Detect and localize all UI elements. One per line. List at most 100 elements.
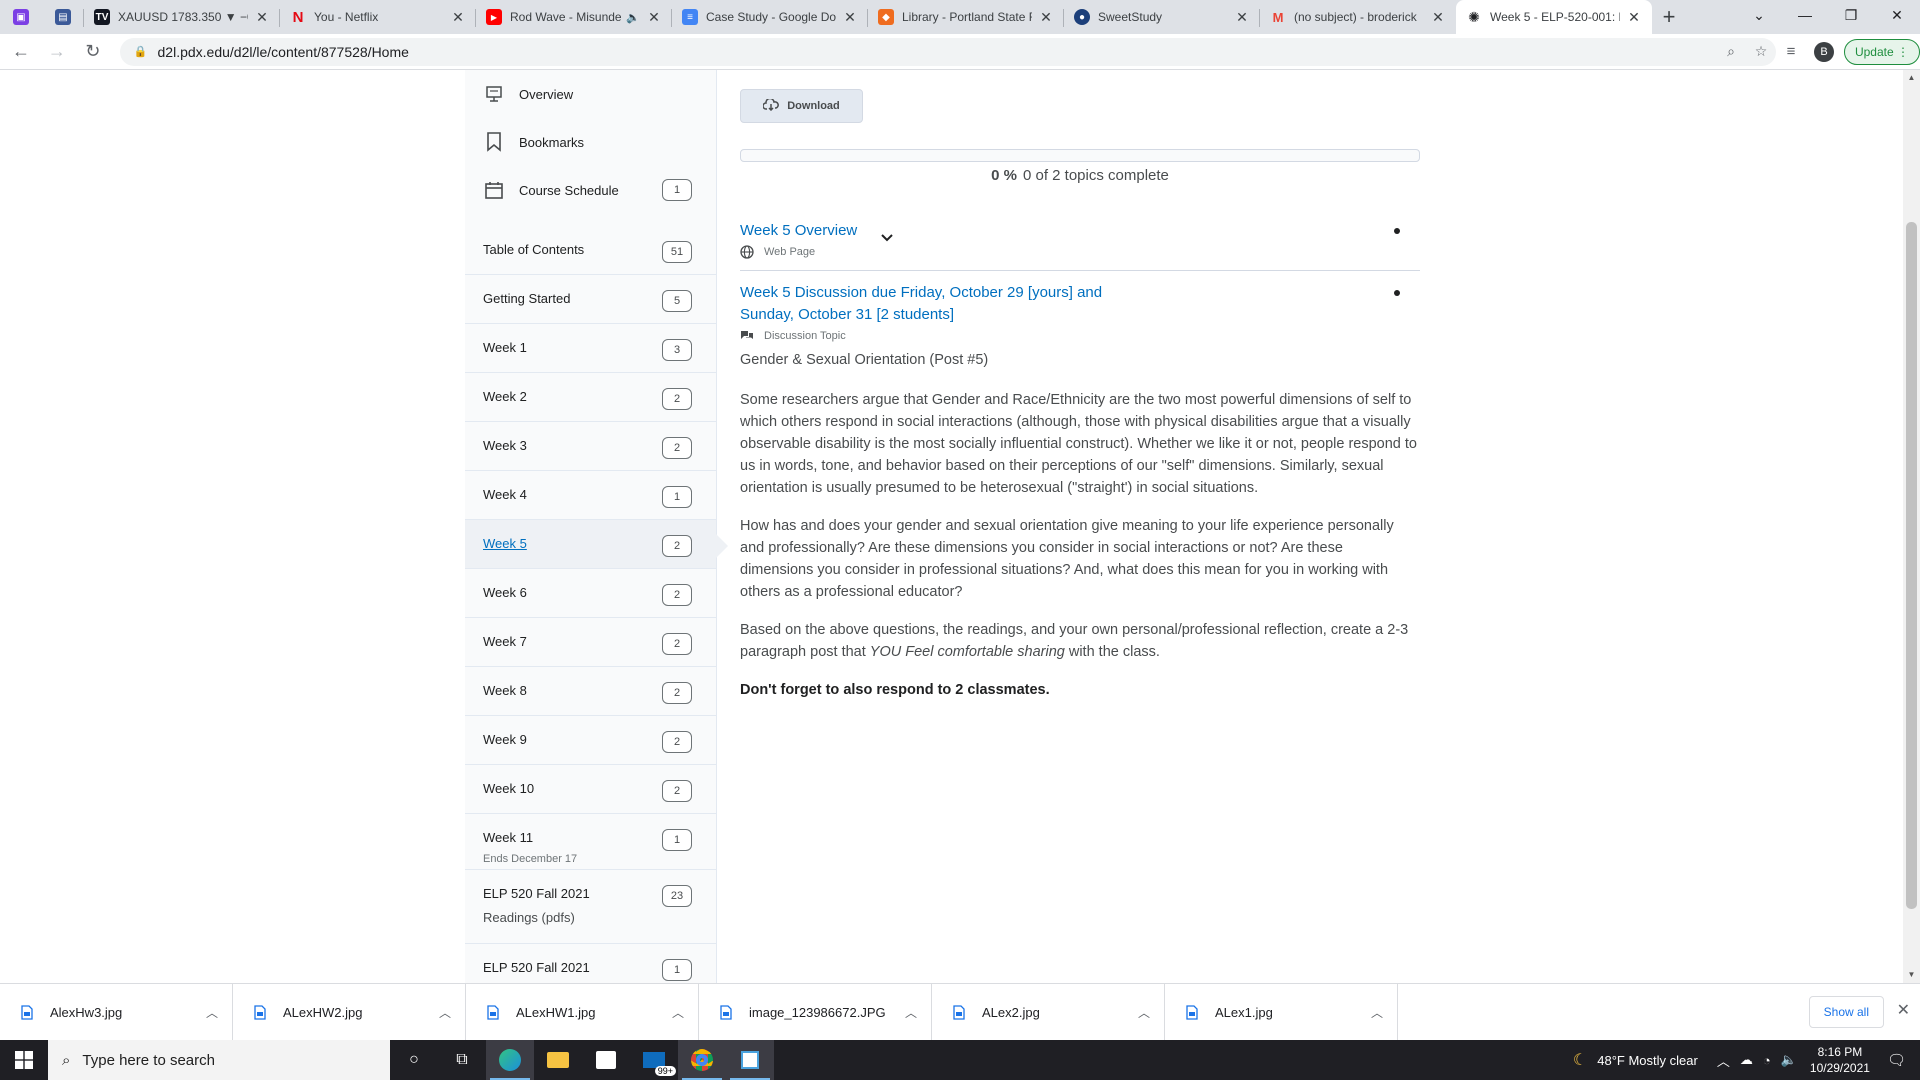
toc-week-5[interactable]: Week 5 2	[465, 520, 728, 569]
toc-week-11[interactable]: Week 11 Ends December 17 1	[465, 814, 716, 870]
tab-pinned-2[interactable]: ▤	[42, 0, 84, 34]
tab-youtube[interactable]: ▶ Rod Wave - Misunde 🔈 ✕	[476, 0, 672, 34]
discussion-heading: Gender & Sexual Orientation (Post #5)	[740, 352, 989, 368]
profile-avatar[interactable]: B	[1814, 41, 1834, 62]
address-bar[interactable]: 🔒 d2l.pdx.edu/d2l/le/content/877528/Home…	[119, 37, 1777, 66]
forward-icon[interactable]: →	[42, 37, 72, 67]
close-tab-icon[interactable]: ✕	[1234, 9, 1250, 26]
close-tab-icon[interactable]: ✕	[646, 9, 662, 26]
browser-toolbar: ← → ↻ 🔒 d2l.pdx.edu/d2l/le/content/87752…	[0, 34, 1920, 70]
edge-icon[interactable]	[486, 1040, 534, 1080]
nav-bookmarks[interactable]: Bookmarks	[465, 118, 716, 166]
scrollbar-thumb[interactable]	[1906, 222, 1917, 909]
file-explorer-icon[interactable]	[534, 1040, 582, 1080]
tradingview-icon: TV	[94, 9, 110, 25]
tab-pinned-1[interactable]: ▣	[0, 0, 42, 34]
scroll-up-icon[interactable]: ▲	[1903, 70, 1920, 86]
mail-icon[interactable]: 99+	[630, 1040, 678, 1080]
toc-week-8[interactable]: Week 8 2	[465, 667, 716, 716]
store-icon[interactable]	[582, 1040, 630, 1080]
task-view-icon[interactable]: ⧉	[438, 1040, 486, 1080]
page-scrollbar[interactable]: ▲ ▼	[1903, 70, 1920, 983]
tab-xauusd[interactable]: TV XAUUSD 1783.350 ▼ −0. ✕	[84, 0, 280, 34]
tab-search-icon[interactable]: ⌄	[1736, 0, 1782, 30]
show-all-downloads-button[interactable]: Show all	[1808, 996, 1884, 1028]
cortana-icon[interactable]: ○	[390, 1040, 438, 1080]
discussion-description: Gender & Sexual Orientation (Post #5) So…	[740, 349, 1420, 717]
toc-elp520-extra[interactable]: ELP 520 Fall 2021 1	[465, 944, 716, 983]
chrome-icon[interactable]	[678, 1040, 726, 1080]
close-window-icon[interactable]: ✕	[1874, 0, 1920, 30]
volume-icon[interactable]: 🔈	[1781, 1052, 1797, 1068]
download-item[interactable]: AlexHw3.jpg ︿	[0, 983, 233, 1041]
weather-text[interactable]: 48°F Mostly clear	[1597, 1053, 1698, 1068]
toc-week-2[interactable]: Week 2 2	[465, 373, 716, 422]
nav-overview[interactable]: Overview	[465, 70, 716, 118]
restore-icon[interactable]: ❐	[1828, 0, 1874, 30]
zoom-icon[interactable]: ⌕	[1716, 43, 1746, 60]
close-shelf-icon[interactable]: ✕	[1897, 1000, 1910, 1020]
close-tab-icon[interactable]: ✕	[450, 9, 466, 26]
reload-icon[interactable]: ↻	[78, 37, 108, 67]
netflix-icon: N	[292, 8, 304, 26]
taskbar-search-input[interactable]: ⌕ Type here to search	[48, 1040, 390, 1080]
download-item[interactable]: ALexHW2.jpg ︿	[233, 983, 466, 1041]
chevron-up-icon[interactable]: ︿	[425, 1004, 465, 1021]
chevron-up-icon[interactable]: ︿	[1357, 1004, 1397, 1021]
download-filename: ALex1.jpg	[1215, 1004, 1273, 1020]
download-item[interactable]: ALex2.jpg ︿	[932, 983, 1165, 1041]
toc-getting-started[interactable]: Getting Started 5	[465, 275, 716, 324]
tab-library[interactable]: ◆ Library - Portland State F ✕	[868, 0, 1064, 34]
tab-sweetstudy[interactable]: ● SweetStudy ✕	[1064, 0, 1260, 34]
bookmark-star-icon[interactable]: ☆	[1746, 43, 1776, 60]
topic-link-week5-overview[interactable]: Week 5 Overview	[740, 220, 1420, 242]
download-item[interactable]: ALexHW1.jpg ︿	[466, 983, 699, 1041]
minimize-icon[interactable]: —	[1782, 0, 1828, 30]
close-tab-icon[interactable]: ✕	[842, 9, 858, 26]
download-item[interactable]: image_123986672.JPG ︿	[699, 983, 932, 1041]
tab-week5-active[interactable]: ✺ Week 5 - ELP-520-001: D ✕	[1456, 0, 1652, 34]
tab-google-docs[interactable]: ≡ Case Study - Google Doc ✕	[672, 0, 868, 34]
new-tab-button[interactable]: +	[1652, 0, 1686, 34]
topic-link-week5-discussion[interactable]: Week 5 Discussion due Friday, October 29…	[740, 282, 1420, 326]
windows-start-icon[interactable]	[0, 1040, 48, 1080]
close-tab-icon[interactable]: ✕	[1430, 9, 1446, 26]
tab-netflix[interactable]: N You - Netflix ✕	[280, 0, 476, 34]
close-tab-icon[interactable]: ✕	[254, 9, 270, 26]
toc-label: Week 3	[483, 438, 527, 453]
chevron-up-icon[interactable]: ︿	[891, 1004, 931, 1021]
toc-week-4[interactable]: Week 4 1	[465, 471, 716, 520]
chevron-down-icon[interactable]	[880, 230, 894, 248]
toc-week-10[interactable]: Week 10 2	[465, 765, 716, 814]
download-button[interactable]: Download	[740, 89, 863, 123]
toc-week-9[interactable]: Week 9 2	[465, 716, 716, 765]
clock[interactable]: 8:16 PM 10/29/2021	[1810, 1044, 1870, 1076]
close-tab-icon[interactable]: ✕	[1038, 9, 1054, 26]
show-hidden-icons-icon[interactable]: ︿	[1717, 1051, 1730, 1070]
toc-table-of-contents[interactable]: Table of Contents 51	[465, 226, 716, 275]
close-tab-icon[interactable]: ✕	[1626, 9, 1642, 26]
toc-week-1[interactable]: Week 1 3	[465, 324, 716, 373]
chevron-up-icon[interactable]: ︿	[192, 1004, 232, 1021]
nav-course-schedule[interactable]: Course Schedule 1	[465, 166, 716, 214]
toc-elp520-readings[interactable]: ELP 520 Fall 2021 Readings (pdfs) 23	[465, 870, 716, 944]
notification-icon[interactable]: 🗨	[1887, 1051, 1906, 1069]
back-icon[interactable]: ←	[6, 37, 36, 67]
chevron-up-icon[interactable]: ︿	[658, 1004, 698, 1021]
weather-moon-icon[interactable]: ☾	[1573, 1050, 1587, 1070]
toc-week-3[interactable]: Week 3 2	[465, 422, 716, 471]
media-control-icon[interactable]: ≡	[1776, 43, 1806, 60]
download-item[interactable]: ALex1.jpg ︿	[1165, 983, 1398, 1041]
onedrive-icon[interactable]: ☁	[1740, 1052, 1753, 1068]
toc-week-7[interactable]: Week 7 2	[465, 618, 716, 667]
network-icon[interactable]: ◔	[1763, 1053, 1771, 1068]
chevron-up-icon[interactable]: ︿	[1124, 1004, 1164, 1021]
unread-dot	[1394, 228, 1400, 234]
tab-gmail[interactable]: M (no subject) - broderick ✕	[1260, 0, 1456, 34]
paint-icon[interactable]	[726, 1040, 774, 1080]
toc-week-6[interactable]: Week 6 2	[465, 569, 716, 618]
update-button[interactable]: Update ⋮	[1843, 38, 1920, 65]
audio-playing-icon[interactable]: 🔈	[626, 11, 640, 24]
lock-icon[interactable]: 🔒	[134, 45, 148, 58]
scroll-down-icon[interactable]: ▼	[1903, 967, 1920, 983]
